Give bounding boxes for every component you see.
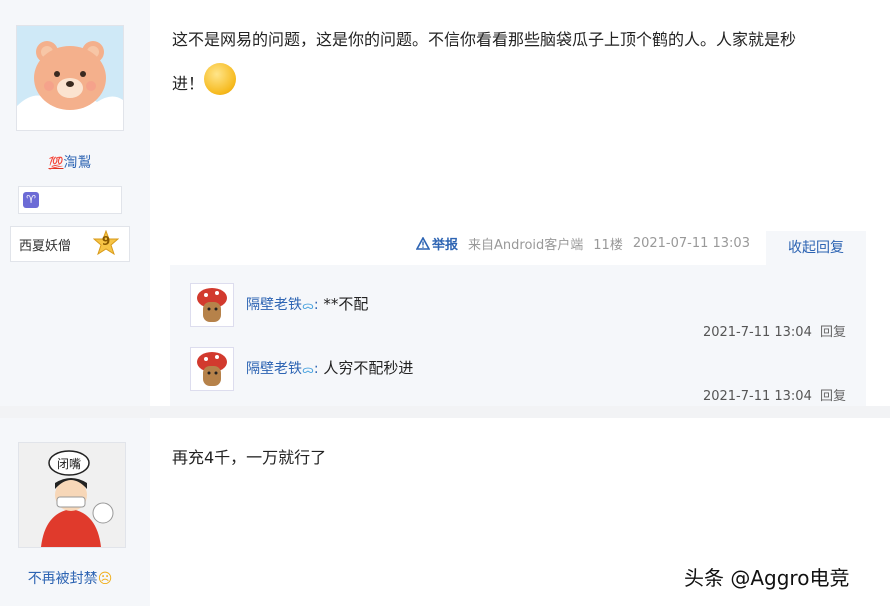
post-content: 这不是网易的问题，这是你的问题。不信你看看那些脑袋瓜子上顶个鹤的人。人家就是秒 … [172, 30, 797, 95]
reply-text: 隔壁老铁ᯅ: **不配 [246, 295, 369, 313]
smile-emoji-icon [204, 62, 237, 95]
reply-avatar[interactable] [190, 283, 234, 327]
reply-text: 隔壁老铁ᯅ: 人穷不配秒进 [246, 359, 414, 377]
warning-icon [416, 237, 430, 250]
reply-content: 人穷不配秒进 [323, 359, 414, 377]
watermark: 头条 @Aggro电竞 [684, 566, 850, 590]
mushroom-avatar-icon [191, 348, 233, 390]
member-title: 西夏妖僧 9 [10, 226, 130, 262]
post-source: 来自Android客户端 [468, 238, 584, 253]
hundred-icon: 💯 [48, 156, 64, 170]
post-content: 再充4千，一万就行了 [172, 448, 327, 467]
level-number: 9 [101, 234, 111, 248]
avatar[interactable] [16, 25, 124, 131]
reply-button[interactable]: 回复 [820, 389, 846, 404]
avatar[interactable]: 闭嘴 [18, 442, 126, 548]
mask-avatar-icon: 闭嘴 [19, 443, 125, 547]
reply-time: 2021-7-11 13:04 [702, 389, 812, 404]
list-item: 隔壁老铁ᯅ: **不配 2021-7-11 13:04 回复 [170, 283, 866, 345]
reply-username[interactable]: 隔壁老铁 [246, 361, 302, 377]
level-badge: 9 [92, 229, 120, 256]
aries-icon: ♈ [23, 192, 39, 208]
wave-icon: ᯅ [302, 299, 314, 312]
username[interactable]: 💯渹鵥 [0, 152, 140, 172]
reply-meta: 2021-7-11 13:04 回复 [703, 385, 846, 404]
post-timestamp: 2021-07-11 13:03 [632, 236, 750, 251]
wave-icon: ᯅ [302, 363, 314, 376]
badge-box: ♈ [18, 186, 122, 214]
reply-avatar[interactable] [190, 347, 234, 391]
sad-emoji-icon: ☹ [97, 571, 113, 587]
post-meta: 举报 来自Android客户端 11楼 2021-07-11 13:03 [416, 234, 750, 253]
post-divider [0, 406, 890, 418]
reply-username[interactable]: 隔壁老铁 [246, 297, 302, 313]
member-title-label: 西夏妖僧 [19, 239, 72, 254]
reply-content: **不配 [323, 295, 369, 313]
reply-time: 2021-7-11 13:04 [702, 325, 812, 340]
author-sidebar: 闭嘴 不再被封禁☹ [0, 418, 150, 606]
list-item: 隔壁老铁ᯅ: 人穷不配秒进 2021-7-11 13:04 回复 [170, 347, 866, 409]
reply-meta: 2021-7-11 13:04 回复 [703, 321, 846, 340]
floor-number: 11楼 [593, 238, 623, 253]
mushroom-avatar-icon [191, 284, 233, 326]
post-floor-11: 💯渹鵥 ♈ 西夏妖僧 9 这不是网易的问题，这是你的问题。不信你看看那些脑袋瓜子… [0, 0, 890, 406]
author-sidebar: 💯渹鵥 ♈ 西夏妖僧 9 [0, 0, 150, 406]
collapse-replies-button[interactable]: 收起回复 [766, 231, 866, 265]
username[interactable]: 不再被封禁☹ [0, 568, 140, 588]
reply-list: 隔壁老铁ᯅ: **不配 2021-7-11 13:04 回复 隔壁老铁ᯅ: 人穷… [170, 265, 866, 406]
report-button[interactable]: 举报 [416, 234, 458, 253]
reply-button[interactable]: 回复 [820, 325, 846, 340]
bear-avatar-icon [17, 26, 123, 130]
avatar-bubble-text: 闭嘴 [57, 457, 81, 471]
post-main: 这不是网易的问题，这是你的问题。不信你看看那些脑袋瓜子上顶个鹤的人。人家就是秒 … [150, 0, 890, 406]
